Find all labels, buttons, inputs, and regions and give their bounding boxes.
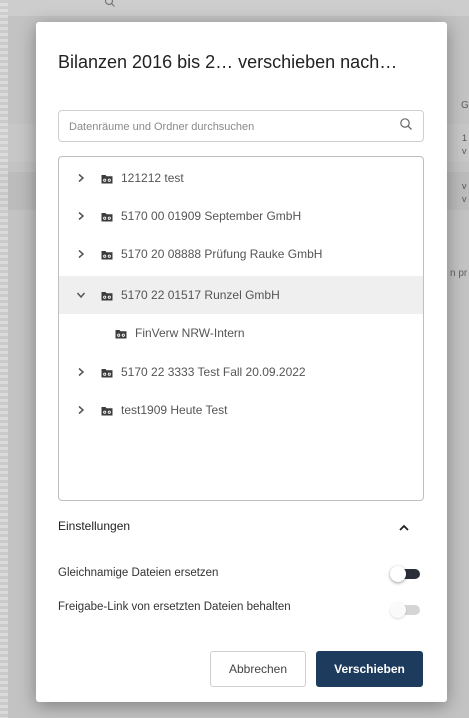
tree-item[interactable]: 5170 00 01909 September GmbH [59, 197, 423, 235]
dataroom-folder-icon [101, 249, 113, 260]
tree-item-label: 121212 test [121, 171, 184, 185]
chevron-right-icon[interactable] [75, 172, 87, 184]
dataroom-folder-icon [115, 328, 127, 339]
tree-item-label: 5170 00 01909 September GmbH [121, 209, 302, 223]
dataroom-folder-icon [101, 173, 113, 184]
search-field[interactable] [58, 110, 424, 142]
settings-title: Einstellungen [58, 519, 131, 533]
dataroom-folder-icon [101, 211, 113, 222]
chevron-down-icon[interactable] [75, 289, 87, 301]
tree-item-label: 5170 22 01517 Runzel GmbH [121, 288, 280, 302]
setting-label-replace: Gleichnamige Dateien ersetzen [58, 567, 219, 579]
tree-item[interactable]: 5170 22 3333 Test Fall 20.09.2022 [59, 353, 423, 391]
cancel-button[interactable]: Abbrechen [210, 651, 306, 687]
move-button[interactable]: Verschieben [316, 651, 423, 687]
chevron-up-icon[interactable] [396, 520, 412, 536]
tree-item[interactable]: 5170 22 01517 Runzel GmbH [59, 276, 423, 314]
tree-item-label: 5170 22 3333 Test Fall 20.09.2022 [121, 365, 306, 379]
tree-item[interactable]: 5170 20 08888 Prüfung Rauke GmbH [59, 235, 423, 273]
chevron-right-icon[interactable] [75, 248, 87, 260]
tree-item-label: test1909 Heute Test [121, 403, 228, 417]
tree-item[interactable]: test1909 Heute Test [59, 391, 423, 429]
move-dialog: Bilanzen 2016 bis 2… verschieben nach… 1… [36, 22, 447, 702]
toggle-keep-share-link[interactable] [390, 602, 422, 618]
chevron-right-icon[interactable] [75, 404, 87, 416]
dataroom-folder-icon [101, 290, 113, 301]
dataroom-folder-icon [101, 367, 113, 378]
toggle-replace-files[interactable] [390, 566, 422, 582]
search-icon[interactable] [399, 117, 413, 131]
folder-tree: 121212 test 5170 00 01909 September GmbH 5… [58, 156, 424, 501]
torn-edge-decoration [0, 0, 8, 718]
toggle-knob [390, 566, 406, 582]
tree-item[interactable]: FinVerw NRW-Intern [59, 314, 423, 352]
tree-item-label: 5170 20 08888 Prüfung Rauke GmbH [121, 247, 323, 261]
dialog-title: Bilanzen 2016 bis 2… verschieben nach… [58, 52, 398, 72]
tree-item[interactable]: 121212 test [59, 159, 423, 197]
toggle-knob [390, 602, 406, 618]
dataroom-folder-icon [101, 405, 113, 416]
setting-label-keep-link: Freigabe-Link von ersetzten Dateien beha… [58, 601, 291, 613]
chevron-right-icon[interactable] [75, 210, 87, 222]
search-input[interactable] [67, 117, 391, 137]
chevron-right-icon[interactable] [75, 366, 87, 378]
tree-item-label: FinVerw NRW-Intern [135, 326, 245, 340]
